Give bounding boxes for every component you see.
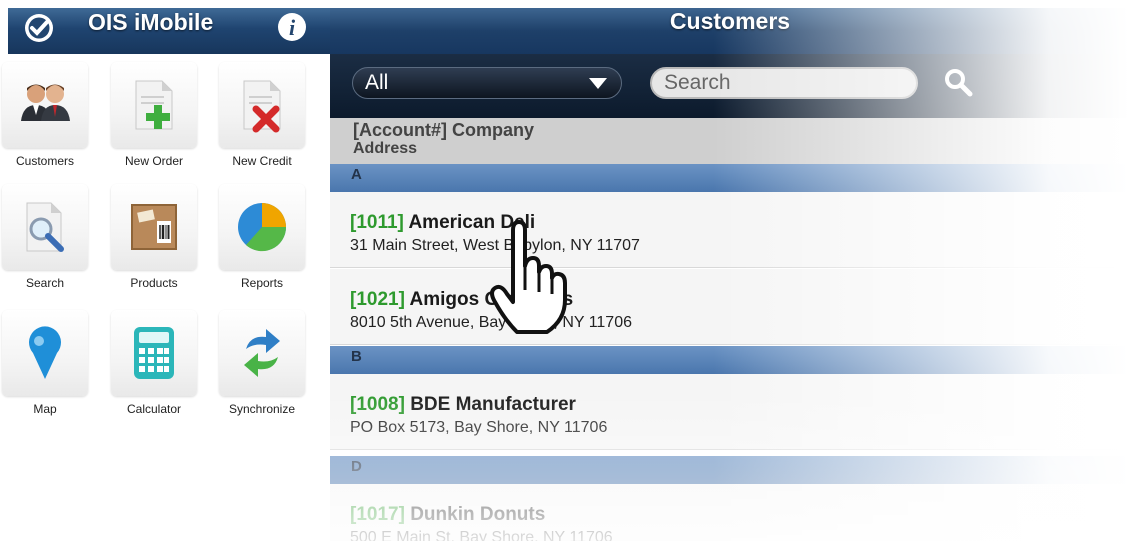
customer-row[interactable]: [1008] BDE Manufacturer PO Box 5173, Bay…: [330, 374, 1129, 450]
customer-address: 500 E Main St, Bay Shore, NY 11706: [350, 529, 613, 541]
search-input[interactable]: Search: [650, 67, 918, 99]
pie-chart-icon: [219, 184, 305, 270]
tile-label: Reports: [240, 276, 284, 290]
menu-tile-new-credit[interactable]: New Credit: [212, 62, 312, 168]
new-order-icon: [111, 62, 197, 148]
filter-selected-value: All: [365, 71, 389, 94]
customers-title-bar: Customers: [330, 8, 1129, 54]
menu-tile-reports[interactable]: Reports: [212, 184, 312, 290]
customer-address: 8010 5th Avenue, Bay Shore, NY 11706: [350, 314, 632, 331]
tile-label: Calculator: [126, 402, 182, 416]
info-icon[interactable]: i: [275, 10, 309, 44]
page-title-text: Customers: [669, 8, 791, 34]
main-menu-panel: OIS iMobile i Customers New Order New Cr…: [0, 0, 330, 541]
page-title: Customers: [330, 8, 930, 35]
column-header-address: Address: [353, 140, 418, 157]
tile-label: New Credit: [232, 154, 292, 168]
section-header-a: A: [330, 164, 1129, 192]
account-number: [1017]: [350, 504, 405, 525]
customer-row[interactable]: [1017] Dunkin Donuts 500 E Main St, Bay …: [330, 484, 1129, 541]
account-number: [1008]: [350, 394, 405, 415]
section-letter: D: [351, 458, 362, 475]
customers-icon: [2, 62, 88, 148]
menu-tile-products[interactable]: Products: [104, 184, 204, 290]
tile-label: Search: [25, 276, 65, 290]
hand-pointer-icon: [490, 220, 567, 334]
chevron-down-icon: [589, 78, 607, 89]
section-letter: B: [351, 348, 362, 365]
account-number: [1011]: [350, 212, 404, 233]
new-credit-icon: [219, 62, 305, 148]
customer-name-line: [1011] American Deli: [350, 212, 1129, 234]
app-title: OIS iMobile: [88, 9, 214, 35]
search-document-icon: [2, 184, 88, 270]
company-name: Dunkin Donuts: [410, 504, 546, 525]
app-header: OIS iMobile i: [8, 8, 330, 54]
menu-tile-calculator[interactable]: Calculator: [104, 310, 204, 416]
section-letter: A: [351, 166, 362, 183]
map-pin-icon: [2, 310, 88, 396]
search-placeholder: Search: [664, 71, 731, 94]
menu-tile-synchronize[interactable]: Synchronize: [212, 310, 312, 416]
menu-tile-map[interactable]: Map: [0, 310, 95, 416]
customers-panel: Customers All Search [Account#] Company …: [330, 8, 1129, 541]
calculator-icon: [111, 310, 197, 396]
section-header-b: B: [330, 346, 1129, 374]
filter-toolbar: All Search: [330, 54, 1129, 118]
tile-label: Products: [130, 276, 178, 290]
customer-name-line: [1008] BDE Manufacturer: [350, 394, 1129, 416]
app-logo-check-icon: [25, 14, 53, 42]
tile-label: New Order: [124, 154, 183, 168]
filter-dropdown[interactable]: All: [352, 67, 622, 99]
menu-tile-new-order[interactable]: New Order: [104, 62, 204, 168]
customer-address: 31 Main Street, West Babylon, NY 11707: [350, 237, 640, 254]
tile-label: Synchronize: [228, 402, 296, 416]
sync-arrows-icon: [219, 310, 305, 396]
company-name: BDE Manufacturer: [410, 394, 576, 415]
customer-row[interactable]: [1021] Amigos Groceries 8010 5th Avenue,…: [330, 269, 1129, 345]
column-header-company: [Account#] Company: [353, 120, 535, 140]
customer-row[interactable]: [1011] American Deli 31 Main Street, Wes…: [330, 192, 1129, 268]
svg-text:i: i: [289, 15, 296, 40]
list-column-header: [Account#] Company Address: [330, 118, 1129, 164]
account-number: [1021]: [350, 289, 405, 310]
products-box-icon: [111, 184, 197, 270]
menu-tile-search[interactable]: Search: [0, 184, 95, 290]
section-header-d: D: [330, 456, 1129, 484]
tile-label: Customers: [15, 154, 74, 168]
customer-name-line: [1017] Dunkin Donuts: [350, 504, 1129, 526]
tile-label: Map: [33, 402, 57, 416]
customer-address: PO Box 5173, Bay Shore, NY 11706: [350, 419, 608, 436]
menu-tile-customers[interactable]: Customers: [0, 62, 95, 168]
search-icon[interactable]: [942, 66, 974, 98]
customer-name-line: [1021] Amigos Groceries: [350, 289, 1129, 311]
